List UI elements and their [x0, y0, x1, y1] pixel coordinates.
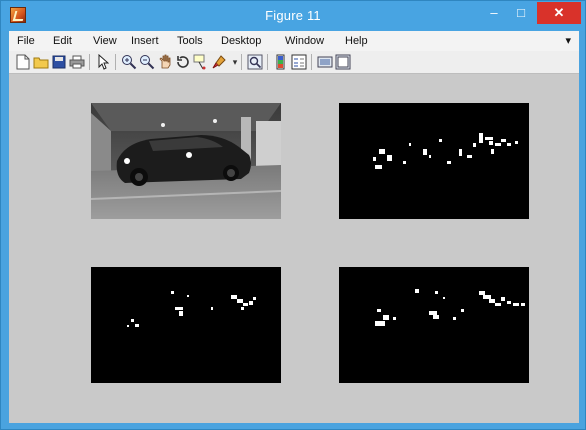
menu-insert[interactable]: Insert — [131, 35, 159, 47]
link-plot-icon[interactable] — [247, 54, 263, 70]
menu-bar: File Edit View Insert Tools Desktop Wind… — [9, 31, 579, 51]
subplot-car-photo[interactable] — [91, 103, 281, 219]
binary-mask-image — [91, 267, 281, 383]
show-plot-tools-icon[interactable] — [335, 54, 351, 70]
figure-client-area: File Edit View Insert Tools Desktop Wind… — [9, 31, 579, 423]
title-bar[interactable]: Figure 11 – □ ✕ — [1, 1, 585, 31]
menu-window[interactable]: Window — [285, 35, 324, 47]
toolbar-separator — [267, 54, 268, 70]
toolbar-separator — [311, 54, 312, 70]
toolbar-separator — [115, 54, 116, 70]
open-file-icon[interactable] — [33, 54, 49, 70]
menu-file[interactable]: File — [17, 35, 35, 47]
edit-plot-arrow-icon[interactable] — [95, 54, 111, 70]
menu-overflow-arrow-icon[interactable]: ▾ — [565, 34, 571, 47]
zoom-out-icon[interactable] — [139, 54, 155, 70]
rotate-3d-icon[interactable] — [175, 54, 191, 70]
minimize-button[interactable]: – — [481, 1, 507, 23]
binary-mask-image — [339, 103, 529, 219]
brush-icon[interactable] — [211, 54, 227, 70]
subplot-mask-bottom-left[interactable] — [91, 267, 281, 383]
save-icon[interactable] — [51, 54, 67, 70]
subplot-mask-top-right[interactable] — [339, 103, 529, 219]
menu-view[interactable]: View — [93, 35, 117, 47]
maximize-button[interactable]: □ — [508, 1, 534, 23]
menu-tools[interactable]: Tools — [177, 35, 203, 47]
toolbar-separator — [241, 54, 242, 70]
subplot-mask-bottom-right[interactable] — [339, 267, 529, 383]
figure-window: Figure 11 – □ ✕ File Edit View Insert To… — [0, 0, 586, 430]
menu-desktop[interactable]: Desktop — [221, 35, 261, 47]
car-photo-image — [91, 103, 281, 219]
menu-edit[interactable]: Edit — [53, 35, 72, 47]
close-button[interactable]: ✕ — [537, 2, 581, 24]
zoom-in-icon[interactable] — [121, 54, 137, 70]
pan-icon[interactable] — [157, 54, 173, 70]
hide-plot-tools-icon[interactable] — [317, 54, 333, 70]
figure-toolbar: ▾ — [9, 51, 579, 74]
data-cursor-icon[interactable] — [193, 54, 209, 70]
toolbar-separator — [89, 54, 90, 70]
colorbar-icon[interactable] — [273, 54, 289, 70]
legend-icon[interactable] — [291, 54, 307, 70]
new-figure-icon[interactable] — [15, 54, 31, 70]
print-icon[interactable] — [69, 54, 85, 70]
menu-help[interactable]: Help — [345, 35, 368, 47]
binary-mask-image — [339, 267, 529, 383]
